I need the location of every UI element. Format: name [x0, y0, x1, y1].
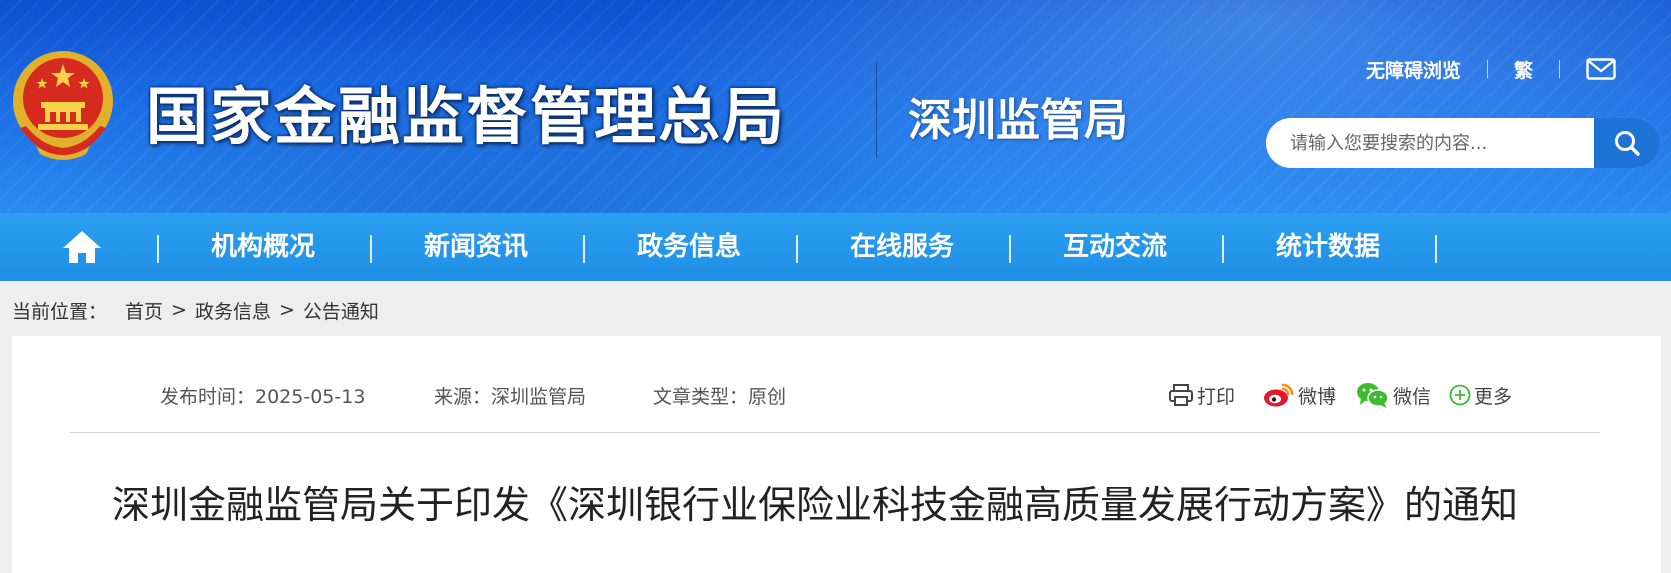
- search-box: [1266, 118, 1660, 168]
- breadcrumb-gov-info[interactable]: 政务信息: [195, 297, 271, 324]
- title-divider: [876, 62, 877, 158]
- wechat-share-button[interactable]: 微信: [1356, 381, 1431, 409]
- main-nav: 机构概况 新闻资讯 政务信息 在线服务 互动交流 统计数据: [0, 213, 1671, 281]
- nav-divider: [1435, 235, 1437, 263]
- breadcrumb-label: 当前位置：: [12, 300, 108, 323]
- print-icon: [1169, 384, 1193, 406]
- nav-item-interaction[interactable]: 互动交流: [1010, 213, 1220, 281]
- article-title: 深圳金融监管局关于印发《深圳银行业保险业科技金融高质量发展行动方案》的通知: [112, 483, 1519, 527]
- share-bar: 打印 微博 微信 更多: [1168, 380, 1528, 410]
- nav-item-gov-info[interactable]: 政务信息: [584, 213, 794, 281]
- breadcrumb-separator: >: [171, 299, 187, 321]
- top-links: 无障碍浏览 繁: [1366, 56, 1616, 82]
- publish-time: 发布时间：2025-05-13: [160, 385, 366, 408]
- mail-icon[interactable]: [1586, 58, 1616, 80]
- nav-item-statistics[interactable]: 统计数据: [1223, 213, 1433, 281]
- weibo-share-button[interactable]: 微博: [1263, 381, 1336, 409]
- top-link-divider: [1487, 60, 1489, 78]
- wechat-icon: [1357, 383, 1389, 408]
- search-icon: [1615, 131, 1640, 156]
- breadcrumb-home[interactable]: 首页: [125, 297, 163, 324]
- home-button[interactable]: [60, 229, 104, 265]
- more-share-button[interactable]: 更多: [1449, 382, 1512, 409]
- nav-item-online-services[interactable]: 在线服务: [797, 213, 1007, 281]
- print-button[interactable]: 打印: [1168, 382, 1235, 409]
- breadcrumb-notices[interactable]: 公告通知: [303, 297, 379, 324]
- more-label: 更多: [1474, 385, 1513, 408]
- wechat-label: 微信: [1393, 385, 1432, 408]
- article-type: 文章类型：原创: [653, 385, 787, 408]
- breadcrumb: 当前位置： 首页 > 政务信息 > 公告通知: [12, 297, 379, 323]
- breadcrumb-separator: >: [278, 299, 295, 321]
- plus-circle-icon: [1449, 384, 1471, 406]
- site-title: 国家金融监督管理总局: [146, 80, 787, 153]
- home-icon: [63, 231, 101, 263]
- top-link-divider: [1559, 60, 1561, 78]
- nav-item-about[interactable]: 机构概况: [158, 213, 368, 281]
- accessibility-link[interactable]: 无障碍浏览: [1366, 56, 1461, 83]
- nav-item-news[interactable]: 新闻资讯: [371, 213, 581, 281]
- weibo-label: 微博: [1298, 385, 1337, 408]
- article-card: [12, 336, 1661, 573]
- article-source: 来源：深圳监管局: [434, 385, 587, 408]
- print-label: 打印: [1197, 385, 1236, 408]
- national-emblem-icon: [13, 51, 113, 160]
- search-button[interactable]: [1594, 118, 1660, 168]
- search-input[interactable]: [1266, 118, 1594, 168]
- traditional-chinese-link[interactable]: 繁: [1514, 56, 1533, 83]
- site-header: 国家金融监督管理总局 深圳监管局 无障碍浏览 繁: [0, 0, 1671, 213]
- weibo-icon: [1264, 383, 1294, 407]
- sub-title: 深圳监管局: [908, 95, 1128, 146]
- meta-divider: [70, 432, 1600, 433]
